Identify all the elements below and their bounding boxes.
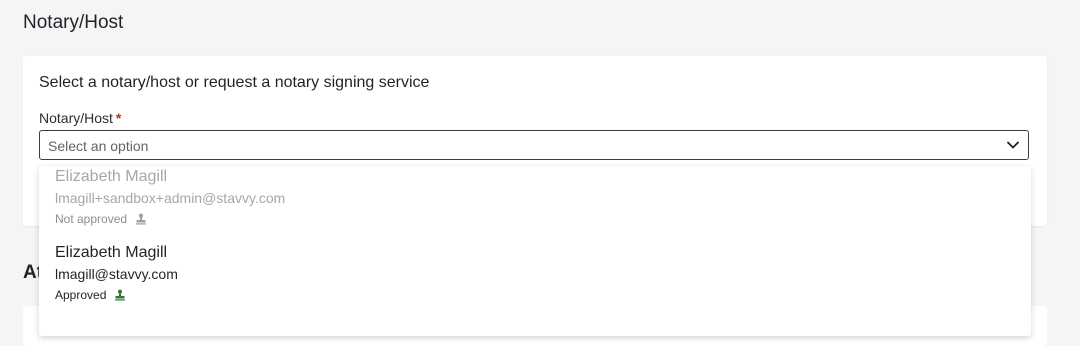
notary-dropdown-list: Elizabeth Magill lmagill+sandbox+admin@s… — [39, 166, 1031, 336]
dropdown-option: Elizabeth Magill lmagill+sandbox+admin@s… — [39, 166, 1031, 242]
option-status: Not approved — [55, 212, 147, 226]
stamp-icon — [115, 289, 126, 301]
chevron-down-icon[interactable] — [1006, 138, 1020, 152]
option-name: Elizabeth Magill — [55, 244, 168, 261]
notary-select[interactable]: Select an option — [39, 130, 1029, 160]
field-label-text: Notary/Host — [39, 110, 113, 126]
stamp-icon — [136, 213, 147, 225]
option-name: Elizabeth Magill — [55, 168, 168, 185]
option-email: lmagill@stavvy.com — [55, 266, 178, 282]
dropdown-option[interactable]: Elizabeth Magill lmagill@stavvy.com Appr… — [39, 242, 1031, 318]
option-status-text: Approved — [55, 288, 107, 302]
notary-field-label: Notary/Host * — [39, 110, 121, 126]
required-mark: * — [115, 110, 122, 126]
select-placeholder: Select an option — [48, 138, 149, 154]
option-email: lmagill+sandbox+admin@stavvy.com — [55, 190, 286, 206]
option-status-text: Not approved — [55, 212, 128, 226]
card-heading: Select a notary/host or request a notary… — [39, 74, 430, 91]
section-title: Notary/Host — [23, 12, 124, 33]
option-status: Approved — [55, 288, 126, 302]
